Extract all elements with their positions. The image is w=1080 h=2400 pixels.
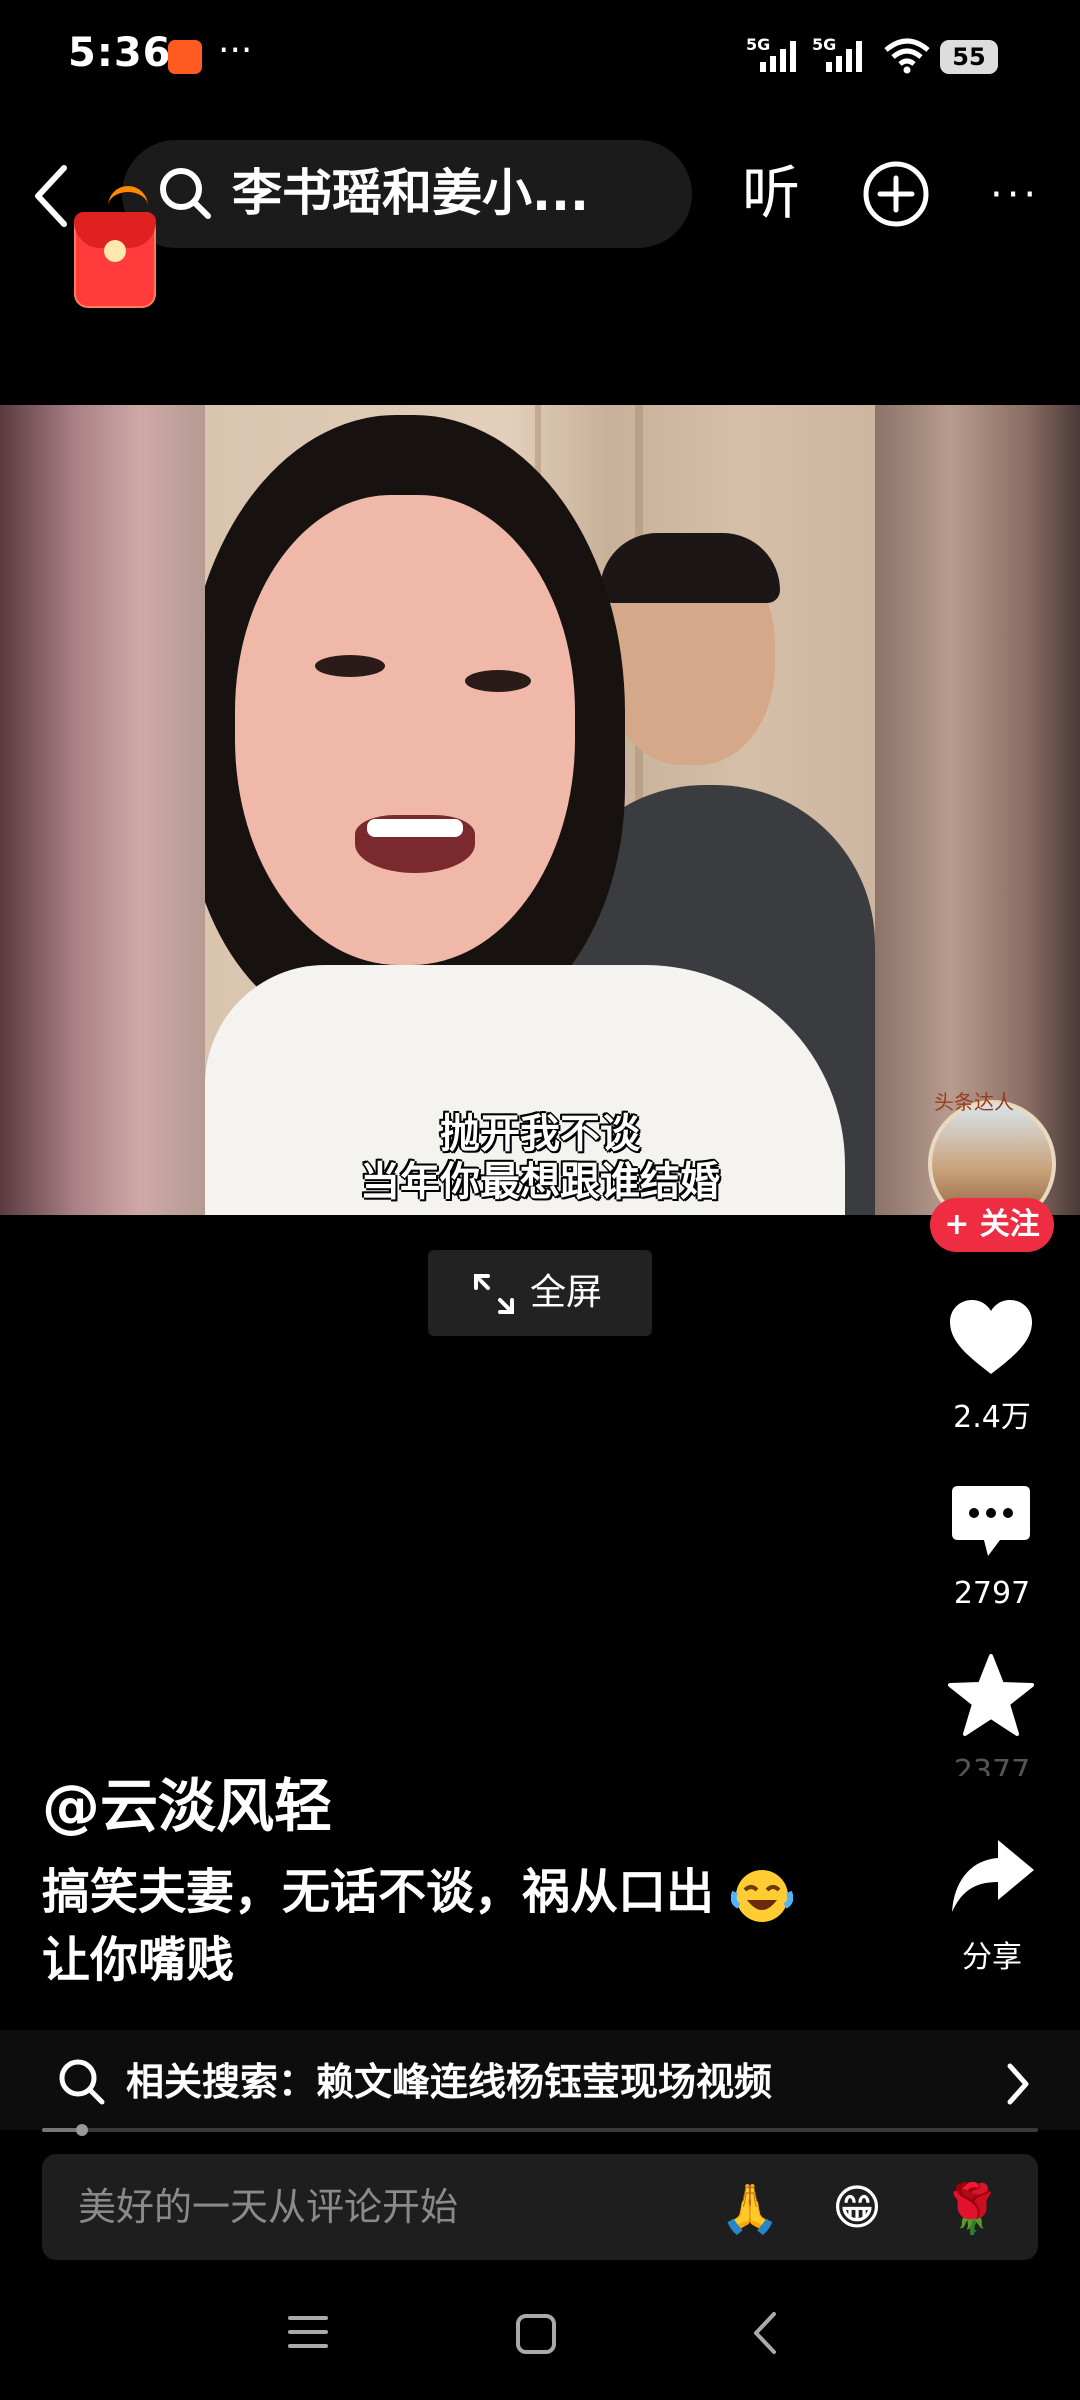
laughing-crying-emoji-icon <box>730 1866 794 1924</box>
add-button[interactable] <box>862 160 930 232</box>
pray-emoji-button[interactable]: 🙏 <box>720 2180 780 2237</box>
star-icon <box>948 1654 1034 1736</box>
description-text: 让你嘴贱 <box>42 1932 235 1988</box>
red-packet-icon[interactable] <box>74 212 156 308</box>
signal-5g-icon: 5G <box>746 35 806 80</box>
grin-emoji-button[interactable]: 😁 <box>832 2180 882 2236</box>
status-time: 5:36 <box>68 30 172 76</box>
follow-button[interactable]: + 关注 <box>930 1198 1054 1252</box>
wifi-icon <box>884 38 930 78</box>
heart-icon <box>950 1300 1032 1374</box>
subtitle-line: 当年你最想跟谁结婚 <box>360 1159 720 1205</box>
back-button[interactable] <box>26 160 76 232</box>
woman-teeth <box>367 819 463 837</box>
menu-lines-icon <box>288 2316 328 2348</box>
video-player[interactable]: 抛开我不谈 当年你最想跟谁结婚 <box>0 405 1080 1215</box>
description-text: 搞笑夫妻，无话不谈，祸从口出 <box>42 1864 715 1920</box>
signal-5g-icon-2: 5G <box>812 35 872 80</box>
search-icon <box>56 2056 108 2112</box>
system-back-button[interactable] <box>748 2308 780 2362</box>
status-bar: 5:36 ··· 5G 5G 55 <box>0 0 1080 120</box>
avatar-badge-text: 头条达人 <box>934 1090 1014 1114</box>
related-search-text[interactable]: 相关搜索：赖文峰连线杨钰莹现场视频 <box>126 2054 772 2110</box>
expand-icon <box>472 1272 516 1320</box>
video-description: 搞笑夫妻，无话不谈，祸从口出 让你嘴贱 <box>42 1858 872 1994</box>
recent-apps-button[interactable] <box>286 2312 330 2356</box>
woman-eye <box>315 655 385 677</box>
search-icon <box>156 164 216 228</box>
chevron-left-icon <box>35 165 67 227</box>
fullscreen-label: 全屏 <box>530 1272 603 1313</box>
rose-emoji-button[interactable]: 🌹 <box>942 2180 1002 2237</box>
video-frame: 抛开我不谈 当年你最想跟谁结婚 <box>205 405 875 1215</box>
network-label-2: 5G <box>812 36 836 54</box>
favorite-button[interactable] <box>946 1652 1036 1742</box>
comment-button[interactable] <box>948 1482 1034 1566</box>
playback-progress-track[interactable] <box>42 2128 1038 2132</box>
playback-progress-handle[interactable] <box>75 2124 88 2136</box>
woman-face <box>235 495 575 965</box>
plus-circle-icon <box>863 161 929 227</box>
status-more-indicator: ··· <box>218 30 253 71</box>
home-button[interactable] <box>514 2312 558 2360</box>
subtitle-line: 抛开我不谈 <box>440 1111 640 1157</box>
favorite-count: 2377 <box>953 1754 1031 1776</box>
network-label: 5G <box>746 36 770 54</box>
chevron-left-icon <box>754 2312 776 2354</box>
author-name[interactable]: @云淡风轻 <box>42 1770 332 1842</box>
video-subtitle: 抛开我不谈 当年你最想跟谁结婚 <box>205 1110 875 1206</box>
comment-placeholder: 美好的一天从评论开始 <box>78 2185 459 2229</box>
like-button[interactable] <box>948 1298 1034 1382</box>
comment-bubble-icon <box>952 1486 1030 1556</box>
like-count: 2.4万 <box>953 1400 1031 1435</box>
share-arrow-icon <box>952 1840 1034 1912</box>
chevron-right-icon <box>1006 2062 1032 2110</box>
more-options-button[interactable]: ··· <box>990 175 1040 215</box>
man-hair <box>600 533 780 603</box>
share-label: 分享 <box>962 1940 1022 1975</box>
search-query-text[interactable]: 李书瑶和姜小... <box>232 160 589 226</box>
share-button[interactable] <box>948 1836 1036 1920</box>
battery-indicator: 55 <box>940 40 998 74</box>
app-notification-icon <box>168 40 202 74</box>
square-home-icon <box>516 2314 556 2354</box>
listen-button[interactable]: 听 <box>742 160 800 226</box>
woman-eye <box>465 670 531 692</box>
comment-count: 2797 <box>953 1576 1031 1611</box>
